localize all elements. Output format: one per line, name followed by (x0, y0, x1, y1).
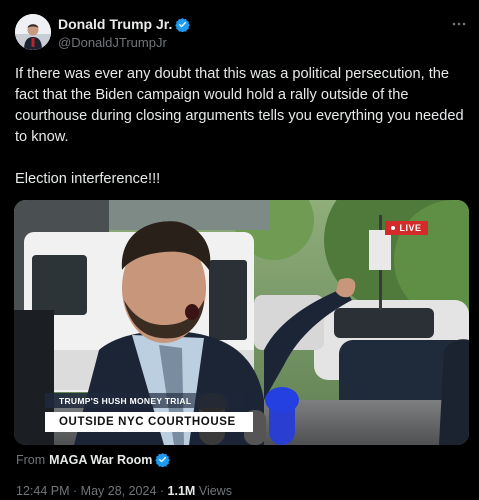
lower-third-top: TRUMP'S HUSH MONEY TRIAL (45, 393, 245, 408)
source-verified-badge-icon (155, 452, 171, 468)
video-source-attribution: From MAGA War Room (16, 452, 171, 468)
tweet-date[interactable]: May 28, 2024 (81, 484, 157, 498)
views-count: 1.1M (167, 484, 196, 498)
author-handle[interactable]: @DonaldJTrumpJr (58, 35, 167, 50)
tweet-time[interactable]: 12:44 PM (16, 484, 70, 498)
tweet-video[interactable] (14, 200, 469, 445)
more-options-icon[interactable] (451, 16, 467, 33)
source-name-link[interactable]: MAGA War Room (49, 453, 152, 467)
avatar[interactable] (15, 14, 51, 50)
tweet-header: Donald Trump Jr. @DonaldJTrumpJr (15, 14, 467, 54)
meta-separator: · (73, 484, 78, 498)
verified-badge-icon (175, 17, 191, 33)
tweet-metadata: 12:44 PM · May 28, 2024 · 1.1M Views (16, 484, 232, 498)
tweet-text: If there was ever any doubt that this wa… (15, 66, 464, 187)
live-badge-label: LIVE (399, 223, 422, 233)
author-name-row[interactable]: Donald Trump Jr. (58, 16, 191, 33)
author-name[interactable]: Donald Trump Jr. (58, 16, 172, 32)
live-dot-icon (391, 226, 396, 230)
source-prefix: From (16, 452, 46, 467)
meta-separator-2: · (159, 484, 165, 498)
live-badge: LIVE (385, 221, 428, 235)
lower-third-main: OUTSIDE NYC COURTHOUSE (45, 412, 253, 432)
video-frame-image (14, 200, 469, 445)
views-label: Views (198, 484, 232, 498)
